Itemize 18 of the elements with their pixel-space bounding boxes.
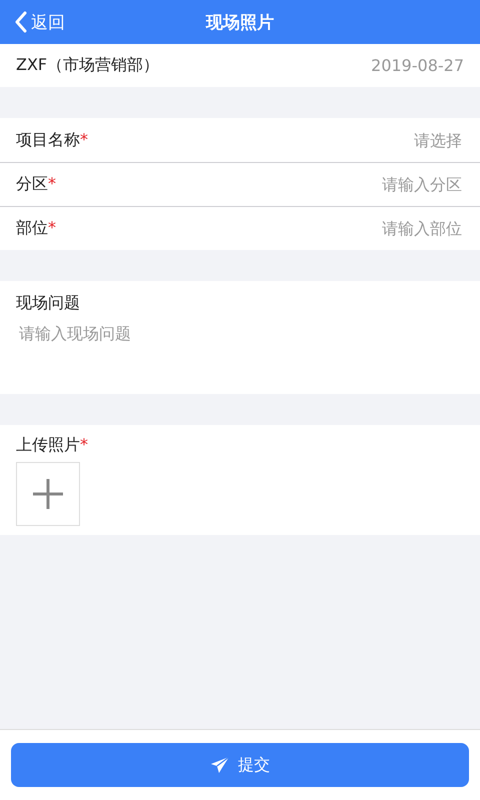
field-label: 分区* [16, 174, 56, 195]
add-photo-button[interactable] [16, 462, 80, 526]
input-field[interactable]: 请选择 [88, 130, 464, 150]
text-area[interactable]: 请输入现场问题 [0, 324, 480, 394]
input-field[interactable]: 请输入分区 [56, 174, 464, 195]
date-text: 2019-08-27 [371, 56, 464, 75]
user-name: ZXF（市场营销部） [16, 55, 160, 76]
back-icon [14, 11, 27, 33]
field-label: 部位* [16, 218, 56, 239]
input-field[interactable]: 请输入部位 [56, 218, 464, 239]
back-button[interactable]: 返回 [0, 0, 65, 44]
paper-plane-icon [210, 756, 230, 774]
field-label: 现场问题 [0, 281, 480, 324]
field-label: 上传照片* [16, 435, 89, 456]
plus-icon [32, 478, 64, 510]
submit-button[interactable]: 提交 [11, 743, 469, 787]
page-title: 现场照片 [206, 12, 274, 34]
field-label: 项目名称* [16, 130, 88, 150]
